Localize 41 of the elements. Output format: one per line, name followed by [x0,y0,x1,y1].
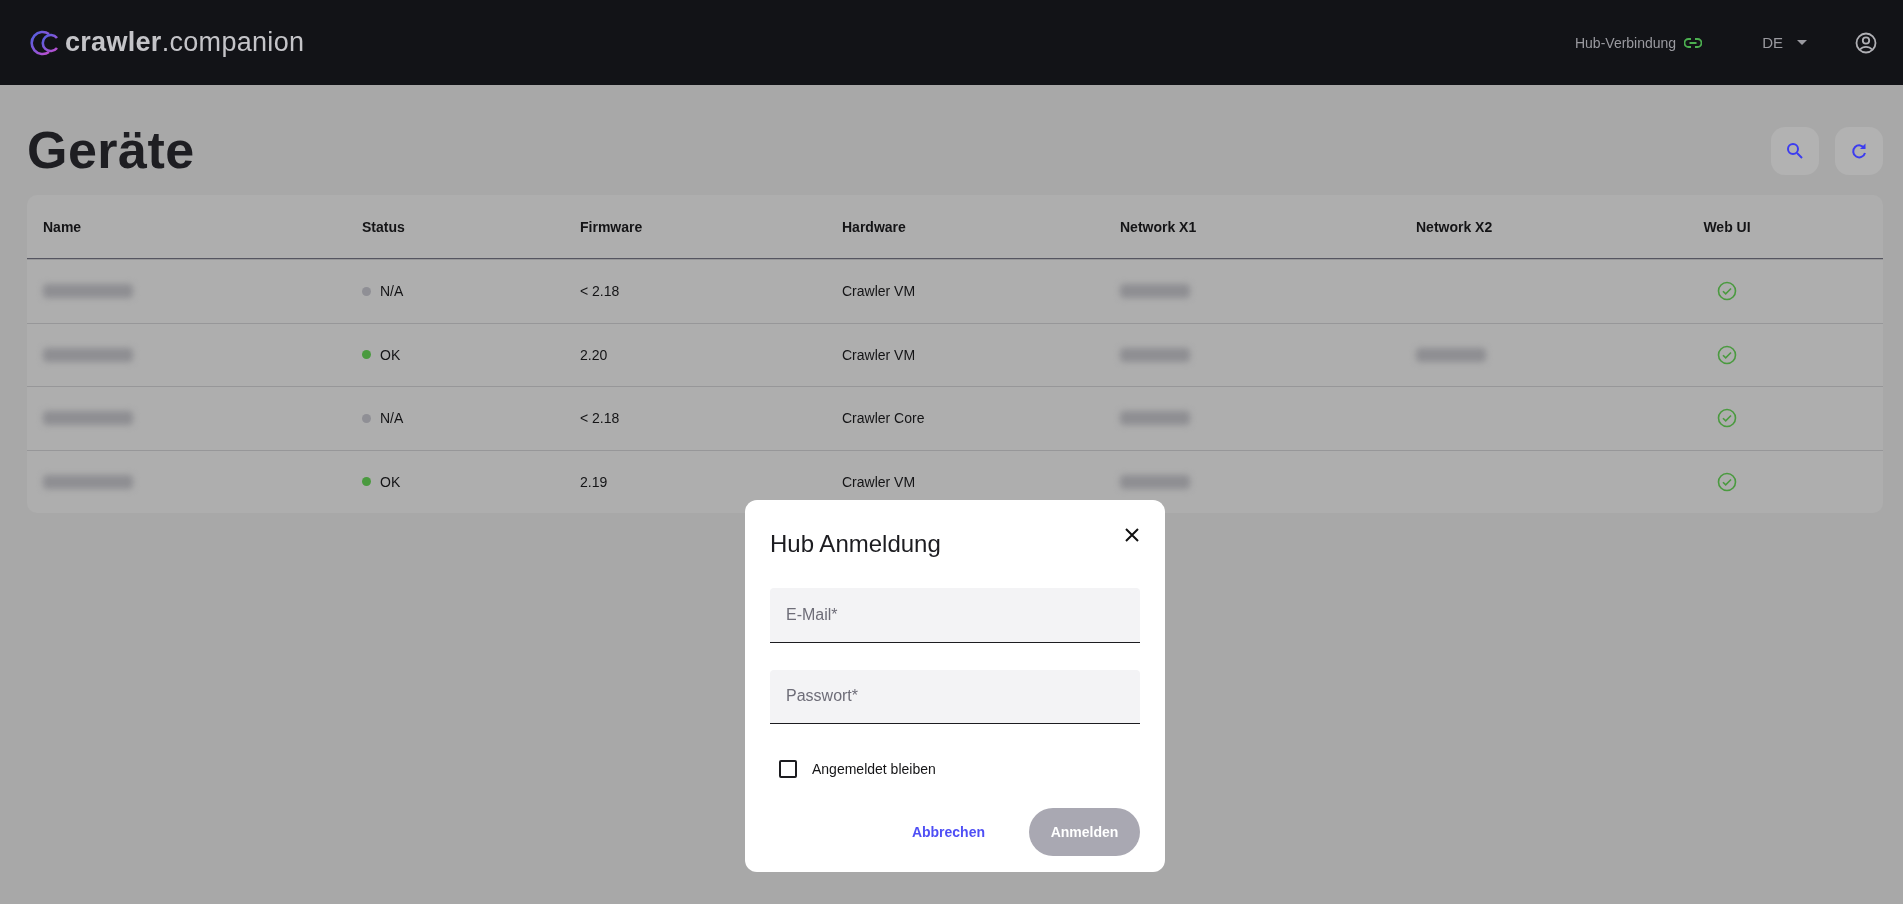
checkbox[interactable] [779,760,797,778]
column-header: Firmware [579,218,644,235]
cancel-button[interactable]: Abbrechen [907,808,989,856]
caret-icon [1797,40,1807,45]
input-field[interactable]: E-Mail* [770,588,1140,643]
refresh-icon [1850,142,1868,160]
check-circle-icon[interactable] [1717,344,1737,365]
logo-icon [27,28,59,57]
table-cell: < 2.18 [580,283,620,300]
column-header: Web UI [1703,218,1751,235]
column-header: Name [42,218,83,235]
language-select[interactable]: DE [1758,30,1811,55]
check-circle-icon[interactable] [1717,408,1737,429]
column-header: Network X2 [1415,218,1494,235]
refresh-button[interactable] [1835,127,1883,175]
table-cell: < 2.18 [580,410,620,427]
table-cell: Crawler VM [842,283,916,300]
checkbox-label: Angemeldet bleiben [812,761,936,777]
dialog-title: Hub Anmeldung [770,530,941,558]
check-circle-icon[interactable] [1717,281,1737,302]
table-cell: OK [380,473,401,490]
table-cell: 2.20 [580,346,608,363]
table-cell: Crawler VM [842,346,916,363]
search-button[interactable] [1771,127,1819,175]
table-cell: Crawler Core [842,410,925,427]
input-field[interactable]: Passwort* [770,669,1140,724]
app-logo-text: crawler.companion [65,27,305,58]
column-header: Hardware [841,218,907,235]
column-header: Status [361,218,406,235]
column-header: Network X1 [1119,218,1198,235]
page-title: Geräte [27,120,195,180]
table-cell: N/A [380,283,404,300]
user-icon[interactable] [1855,31,1877,54]
table-cell: OK [380,346,401,363]
close-icon[interactable] [1124,527,1140,543]
table-cell: N/A [380,410,404,427]
search-icon [1786,142,1804,160]
table-cell: 2.19 [580,473,608,490]
hub-connection-button[interactable]: Hub-Verbindung [1570,30,1707,55]
check-circle-icon[interactable] [1717,471,1737,492]
table-cell: Crawler VM [842,473,916,490]
